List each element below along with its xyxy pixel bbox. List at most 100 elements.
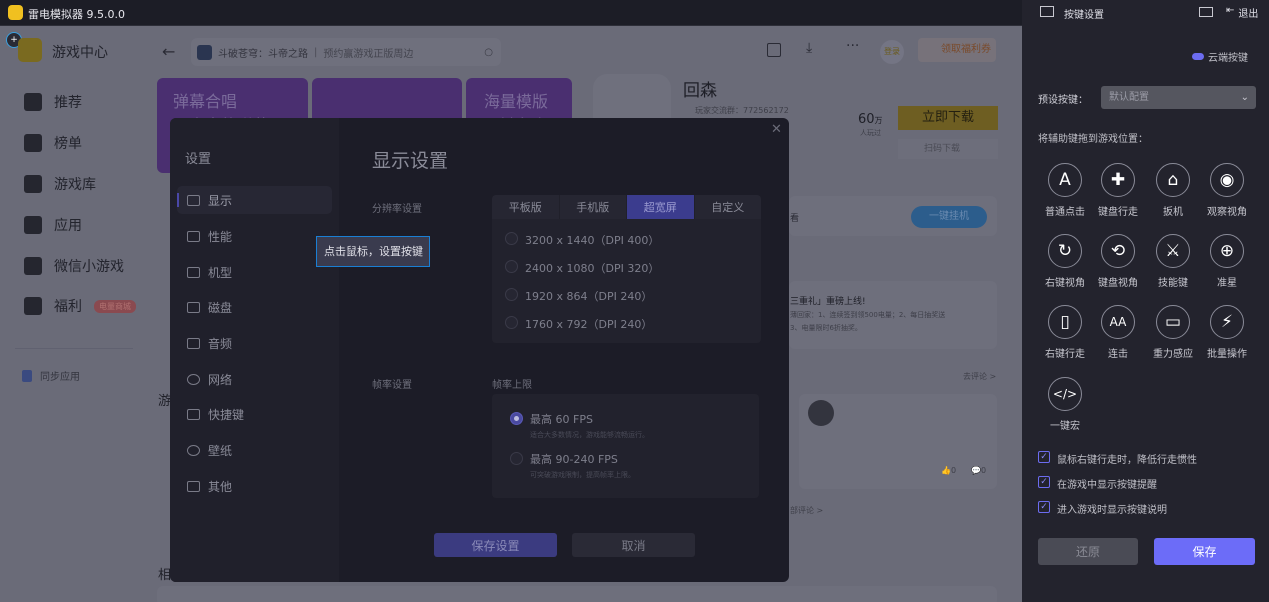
gift-icon xyxy=(24,297,42,315)
fps-radio-60[interactable] xyxy=(510,412,523,425)
key-label: 右键视角 xyxy=(1045,278,1085,289)
resolution-radio[interactable] xyxy=(505,260,518,273)
game-thumb-icon xyxy=(197,44,212,60)
hangup-button[interactable]: 一键挂机 xyxy=(911,206,987,228)
cancel-button[interactable]: 取消 xyxy=(572,533,695,557)
go-comment-link[interactable]: 去评论 > xyxy=(963,371,996,382)
close-icon[interactable]: ✕ xyxy=(771,122,782,137)
players-label: 人玩过 xyxy=(860,129,881,137)
option-checkbox-2[interactable]: ✓ xyxy=(1038,476,1050,488)
nav-network[interactable]: 网络 xyxy=(177,365,332,393)
cloud-icon xyxy=(1192,53,1204,60)
sidebar-item-library[interactable]: 游戏库 xyxy=(24,174,96,194)
folder-icon[interactable] xyxy=(1199,7,1213,17)
search-bar[interactable]: 斗破苍穹：斗帝之路 | 预约赢游戏正版周边 ○ xyxy=(191,38,501,66)
sidebar-item-welfare[interactable]: 福利 电量商城 xyxy=(24,296,136,316)
all-comments-link[interactable]: 部评论 > xyxy=(790,505,823,516)
back-button[interactable]: ← xyxy=(162,42,175,61)
keyboard-icon xyxy=(187,408,200,420)
monitor-icon xyxy=(187,194,200,206)
more-icon[interactable]: ··· xyxy=(846,38,859,54)
reset-button[interactable]: 还原 xyxy=(1038,538,1138,565)
key-label: 观察视角 xyxy=(1207,207,1247,218)
nav-display[interactable]: 显示 xyxy=(177,186,332,214)
coupon-button[interactable]: 领取福利券 xyxy=(918,38,996,62)
key-2-icon[interactable]: ✚ xyxy=(1101,163,1135,197)
sync-apps-button[interactable]: 同步应用 xyxy=(22,368,80,383)
key-7-icon[interactable]: ⚔ xyxy=(1156,234,1190,268)
save-settings-button[interactable]: 保存设置 xyxy=(434,533,557,557)
key-3-icon[interactable]: ⌂ xyxy=(1156,163,1190,197)
key-settings-panel: 按键设置 ⇤ 退出 云端按键 预设按键： 默认配置 ⌄ 将辅助键拖到游戏位置： A普… xyxy=(1022,0,1269,602)
option-checkbox-1[interactable]: ✓ xyxy=(1038,451,1050,463)
calendar-icon[interactable] xyxy=(767,43,781,57)
option-checkbox-3[interactable]: ✓ xyxy=(1038,501,1050,513)
nav-performance[interactable]: 性能 xyxy=(177,222,332,250)
key-1-icon[interactable]: A xyxy=(1048,163,1082,197)
reply-count[interactable]: 💬0 xyxy=(971,466,986,475)
key-5-icon[interactable]: ↻ xyxy=(1048,234,1082,268)
key-11-icon[interactable]: ▭ xyxy=(1156,305,1190,339)
related-games-row xyxy=(157,586,997,602)
key-9-icon[interactable]: ▯ xyxy=(1048,305,1082,339)
key-13-icon[interactable]: </> xyxy=(1048,377,1082,411)
sidebar-item-rank[interactable]: 榜单 xyxy=(24,133,82,153)
game-name: 回森 xyxy=(683,81,717,101)
key-label: 技能键 xyxy=(1158,278,1188,289)
nav-shortcuts[interactable]: 快捷键 xyxy=(177,400,332,428)
key-label: 准星 xyxy=(1217,278,1237,289)
nav-other[interactable]: 其他 xyxy=(177,472,332,500)
chart-icon xyxy=(24,134,42,152)
nav-disk[interactable]: 磁盘 xyxy=(177,293,332,321)
nav-audio[interactable]: 音频 xyxy=(177,329,332,357)
key-label: 键盘视角 xyxy=(1098,278,1138,289)
key-4-icon[interactable]: ◉ xyxy=(1210,163,1244,197)
panel-title: 按键设置 xyxy=(1064,10,1104,21)
home-icon xyxy=(24,93,42,111)
key-label: 键盘行走 xyxy=(1098,207,1138,218)
download-now-button[interactable]: 立即下载 xyxy=(898,106,998,130)
key-8-icon[interactable]: ⊕ xyxy=(1210,234,1244,268)
fps-label: 帧率设置 xyxy=(372,380,412,391)
download-icon[interactable]: ⤓ xyxy=(806,40,812,56)
resolution-radio[interactable] xyxy=(505,316,518,329)
palette-icon xyxy=(187,444,200,456)
save-button[interactable]: 保存 xyxy=(1154,538,1255,565)
resolution-tabs: 平板版 手机版 超宽屏 自定义 xyxy=(492,195,761,219)
tab-tablet[interactable]: 平板版 xyxy=(492,195,560,219)
login-button[interactable]: 登录 xyxy=(880,40,904,64)
resolution-radio[interactable] xyxy=(505,288,518,301)
fps-radio-240[interactable] xyxy=(510,452,523,465)
settings-dialog: 设置 显示 性能 机型 磁盘 音频 网络 快捷键 壁纸 其他 ✕ 显示设置 分辨… xyxy=(170,118,789,582)
players-count: 60万 xyxy=(858,112,883,127)
key-label: 重力感应 xyxy=(1153,349,1193,360)
scan-download-button[interactable]: 扫码下载 xyxy=(898,139,998,159)
nav-model[interactable]: 机型 xyxy=(177,258,332,286)
fps-options xyxy=(492,394,759,498)
fps-limit-label: 帧率上限 xyxy=(492,380,532,391)
settings-title: 设置 xyxy=(185,152,212,167)
key-12-icon[interactable]: ⚡ xyxy=(1210,305,1244,339)
key-6-icon[interactable]: ⟲ xyxy=(1101,234,1135,268)
key-10-icon[interactable]: AA xyxy=(1101,305,1135,339)
gamepad-icon xyxy=(24,175,42,193)
search-icon[interactable]: ○ xyxy=(484,47,493,58)
exit-button[interactable]: ⇤ 退出 xyxy=(1226,5,1258,20)
like-count[interactable]: 👍0 xyxy=(941,466,956,475)
tab-phone[interactable]: 手机版 xyxy=(560,195,627,219)
sidebar-item-apps[interactable]: 应用 xyxy=(24,215,82,235)
resolution-radio[interactable] xyxy=(505,232,518,245)
preset-select[interactable]: 默认配置 ⌄ xyxy=(1101,86,1256,109)
tab-ultrawide[interactable]: 超宽屏 xyxy=(627,195,695,219)
app-logo-icon xyxy=(8,5,23,20)
diamond-icon xyxy=(24,257,42,275)
grid-icon xyxy=(187,480,200,492)
avatar xyxy=(808,400,834,426)
cloud-keys-button[interactable]: 云端按键 xyxy=(1192,49,1248,64)
sidebar-item-recommend[interactable]: 推荐 xyxy=(24,92,82,112)
tab-custom[interactable]: 自定义 xyxy=(695,195,762,219)
app-title: 雷电模拟器 9.5.0.0 xyxy=(28,8,125,21)
sidebar-item-wechat-games[interactable]: 微信小游戏 xyxy=(24,256,124,276)
sidebar-title: 游戏中心 xyxy=(52,45,108,61)
nav-wallpaper[interactable]: 壁纸 xyxy=(177,436,332,464)
